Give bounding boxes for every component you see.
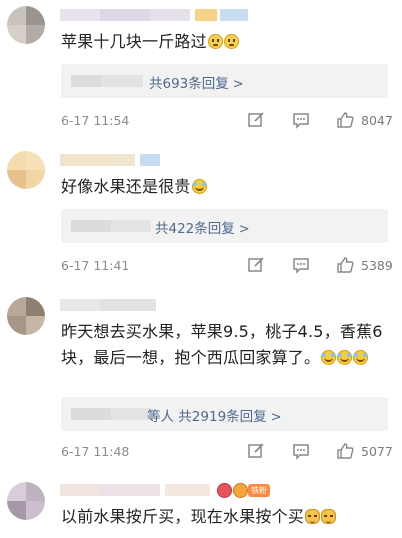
thumbs-up-icon[interactable] [336,256,354,274]
chevron-right-icon: > [238,222,250,237]
comment-meta: 6-17 11:41 5389 [61,256,394,276]
reply-preview[interactable]: 共693条回复 > [61,64,388,98]
thumbs-up-icon[interactable] [336,111,354,129]
reply-preview[interactable]: 等人 共2919条回复 > [61,397,388,431]
comment-text: 苹果十几块一斤路过 [61,29,390,55]
edit-icon[interactable] [247,256,265,274]
thinking-face-icon [223,34,239,49]
avatar[interactable] [7,297,45,335]
fan-badge: 铁粉 [248,484,270,497]
avatar[interactable] [7,6,45,44]
reply-user-blurred [71,220,151,232]
comment-meta: 6-17 11:54 8047 [61,111,394,131]
comment-text: 以前水果按斤买，现在水果按个买 [61,504,390,530]
edit-icon[interactable] [247,111,265,129]
reply-count-link[interactable]: 共693条回复 > [149,72,244,92]
laughing-tears-icon [321,350,337,365]
avatar[interactable] [7,151,45,189]
cat-face-icon [321,509,337,524]
laughing-tears-icon [191,179,207,194]
thumbs-up-icon[interactable] [336,442,354,460]
laughing-tears-icon [337,350,353,365]
comment-icon[interactable] [292,256,310,274]
reply-users-suffix: 等人 [147,409,174,425]
comment-text: 好像水果还是很贵 [61,174,390,200]
username-blurred[interactable] [60,9,250,21]
username-blurred[interactable] [60,484,210,496]
username-blurred[interactable] [60,154,160,166]
chevron-right-icon: > [270,410,282,425]
timestamp: 6-17 11:48 [61,444,130,459]
comment-meta: 6-17 11:48 5077 [61,442,394,462]
cat-face-icon [305,509,321,524]
comment-icon[interactable] [292,111,310,129]
reply-preview[interactable]: 共422条回复 > [61,209,388,243]
comment-icon[interactable] [292,442,310,460]
like-count: 8047 [361,113,393,128]
thinking-face-icon [207,34,223,49]
reply-user-blurred [71,408,153,420]
sticker-icon [217,483,232,498]
like-count: 5389 [361,258,393,273]
avatar[interactable] [7,482,45,520]
reply-count-link[interactable]: 共422条回复 > [155,217,250,237]
sticker-icon [233,483,248,498]
reply-user-blurred [71,75,143,87]
like-count: 5077 [361,444,393,459]
timestamp: 6-17 11:54 [61,113,130,128]
timestamp: 6-17 11:41 [61,258,130,273]
chevron-right-icon: > [232,77,244,92]
reply-count-link[interactable]: 等人 共2919条回复 > [147,405,282,425]
laughing-tears-icon [353,350,369,365]
edit-icon[interactable] [247,442,265,460]
username-blurred[interactable] [60,299,156,311]
comment-text: 昨天想去买水果，苹果9.5，桃子4.5，香蕉6块，最后一想，抱个西瓜回家算了。 [61,322,383,367]
